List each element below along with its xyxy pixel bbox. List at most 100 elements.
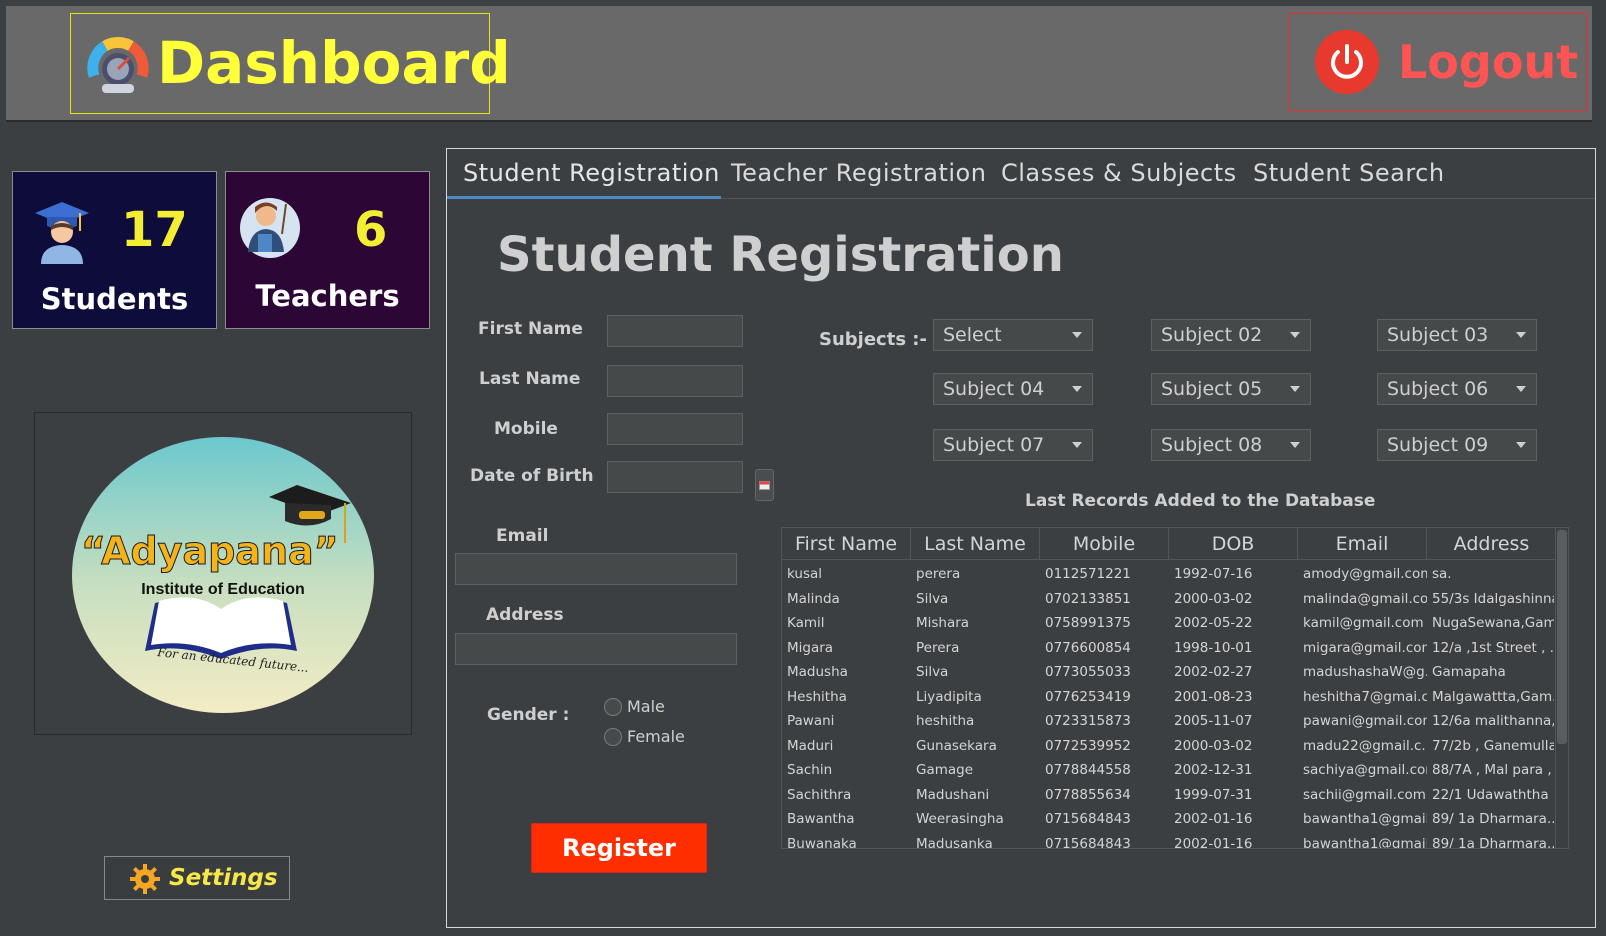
subject-02-dropdown[interactable]: Subject 02 <box>1151 319 1311 351</box>
subjects-label: Subjects :- <box>819 329 927 350</box>
table-cell: pawani@gmail.com <box>1303 713 1427 729</box>
table-row[interactable]: Sachithra Madushani 0778855634 1999-07-31 sa… <box>782 783 1568 808</box>
table-cell: Migara <box>787 639 834 656</box>
table-cell: Madusanka <box>916 835 993 849</box>
tab-student-registration[interactable]: Student Registration <box>463 159 720 187</box>
table-cell: heshitha <box>916 713 975 729</box>
table-row[interactable]: Bawantha Weerasingha 0715684843 2002-01-16 b… <box>782 807 1568 832</box>
subject-03-value: Subject 03 <box>1387 324 1489 346</box>
table-cell: 2002-05-22 <box>1174 615 1253 631</box>
mobile-input[interactable] <box>607 413 743 445</box>
power-icon <box>1315 30 1379 94</box>
settings-label: Settings <box>169 865 278 891</box>
table-cell: 2005-11-07 <box>1174 713 1253 729</box>
app-window: Dashboard Logout 17 Students 6 Teachers … <box>0 0 1606 936</box>
subject-06-dropdown[interactable]: Subject 06 <box>1377 373 1537 405</box>
subject-04-value: Subject 04 <box>943 378 1045 400</box>
table-row[interactable]: Sachin Gamage 0778844558 2002-12-31 sachiya@… <box>782 758 1568 783</box>
subject-09-dropdown[interactable]: Subject 09 <box>1377 429 1537 461</box>
table-cell: 2000-03-02 <box>1174 737 1253 754</box>
table-cell: sachiya@gmail.com <box>1303 762 1427 778</box>
table-cell: Maduri <box>787 737 834 754</box>
table-cell: bawantha1@gmail... <box>1303 811 1427 827</box>
last-records-title: Last Records Added to the Database <box>1025 491 1376 511</box>
institute-logo <box>72 437 374 713</box>
gender-female-label: Female <box>627 727 685 746</box>
table-cell: 89/ 1a Dharmara... <box>1432 835 1554 849</box>
table-cell: 0715684843 <box>1045 835 1131 849</box>
scrollbar-thumb[interactable] <box>1557 530 1567 744</box>
table-cell: bawantha1@gmail... <box>1303 835 1427 849</box>
date-of-birth-input[interactable] <box>607 461 743 493</box>
table-cell: Weerasingha <box>916 811 1004 827</box>
table-cell: 2002-01-16 <box>1174 835 1253 849</box>
table-cell: 0776600854 <box>1045 639 1131 656</box>
table-cell: 0773055033 <box>1045 664 1131 680</box>
table-row[interactable]: kusal perera 0112571221 1992-07-16 amody@gma… <box>782 562 1568 587</box>
column-header-dob[interactable]: DOB <box>1169 528 1298 560</box>
table-row[interactable]: Kamil Mishara 0758991375 2002-05-22 kamil@gm… <box>782 611 1568 636</box>
table-cell: Gunasekara <box>916 737 997 754</box>
subject-05-dropdown[interactable]: Subject 05 <box>1151 373 1311 405</box>
table-cell: 0723315873 <box>1045 713 1131 729</box>
column-header-mobile[interactable]: Mobile <box>1040 528 1169 560</box>
table-row[interactable]: Buwanaka Madusanka 0715684843 2002-01-16 baw… <box>782 832 1568 849</box>
table-row[interactable]: Madusha Silva 0773055033 2002-02-27 madushas… <box>782 660 1568 685</box>
last-name-label: Last Name <box>479 369 581 389</box>
table-cell: 22/1 Udawaththa ... <box>1432 786 1554 803</box>
subject-09-value: Subject 09 <box>1387 434 1489 456</box>
table-cell: 0702133851 <box>1045 590 1131 607</box>
table-cell: Silva <box>916 590 949 607</box>
column-header-last-name[interactable]: Last Name <box>911 528 1040 560</box>
table-cell: kamil@gmail.com <box>1303 615 1424 631</box>
register-button[interactable]: Register <box>531 823 707 873</box>
calendar-button[interactable] <box>755 469 774 501</box>
table-cell: 2002-12-31 <box>1174 762 1253 778</box>
tab-teacher-registration[interactable]: Teacher Registration <box>731 159 986 187</box>
column-header-first-name[interactable]: First Name <box>782 528 911 560</box>
logo-panel: “Adyapana” Institute of Education For an… <box>34 412 412 735</box>
gender-male-radio[interactable] <box>604 698 622 716</box>
table-row[interactable]: Migara Perera 0776600854 1998-10-01 migara@g… <box>782 636 1568 661</box>
table-row[interactable]: Malinda Silva 0702133851 2000-03-02 malinda@… <box>782 587 1568 612</box>
logout-button[interactable]: Logout <box>1289 13 1587 111</box>
teachers-stat-card: 6 Teachers <box>225 171 430 329</box>
tab-student-search[interactable]: Student Search <box>1253 159 1445 187</box>
email-input[interactable] <box>455 553 737 585</box>
tab-classes-subjects[interactable]: Classes & Subjects <box>1001 159 1237 187</box>
last-name-input[interactable] <box>607 365 743 397</box>
subject-03-dropdown[interactable]: Subject 03 <box>1377 319 1537 351</box>
table-cell: 12/6a malithanna,... <box>1432 713 1554 729</box>
chevron-down-icon <box>1290 442 1300 448</box>
first-name-input[interactable] <box>607 315 743 347</box>
table-row[interactable]: Heshitha Liyadipita 0776253419 2001-08-23 he… <box>782 685 1568 710</box>
table-scrollbar[interactable] <box>1555 528 1568 848</box>
subject-01-dropdown[interactable]: Select <box>933 319 1093 351</box>
table-cell: Malinda <box>787 590 840 607</box>
chevron-down-icon <box>1516 332 1526 338</box>
table-cell: 0776253419 <box>1045 688 1131 705</box>
table-cell: 88/7A , Mal para , ... <box>1432 762 1554 778</box>
column-header-address[interactable]: Address <box>1427 528 1556 560</box>
tab-bar: Student Registration Teacher Registratio… <box>447 149 1595 199</box>
students-label: Students <box>40 282 189 316</box>
gender-female-radio[interactable] <box>604 728 622 746</box>
column-header-email[interactable]: Email <box>1298 528 1427 560</box>
subject-07-dropdown[interactable]: Subject 07 <box>933 429 1093 461</box>
subject-04-dropdown[interactable]: Subject 04 <box>933 373 1093 405</box>
mobile-label: Mobile <box>494 419 558 439</box>
table-cell: 1999-07-31 <box>1174 786 1253 803</box>
table-cell: 77/2b , Ganemulla <box>1432 737 1554 754</box>
settings-button[interactable]: Settings <box>104 856 290 900</box>
table-cell: Heshitha <box>787 688 847 705</box>
students-stat-card: 17 Students <box>12 171 217 329</box>
table-cell: 2000-03-02 <box>1174 590 1253 607</box>
table-row[interactable]: Pawani heshitha 0723315873 2005-11-07 pawani… <box>782 709 1568 734</box>
subject-08-dropdown[interactable]: Subject 08 <box>1151 429 1311 461</box>
table-cell: 0778855634 <box>1045 786 1131 803</box>
address-input[interactable] <box>455 633 737 665</box>
table-cell: migara@gmail.com <box>1303 639 1427 656</box>
table-row[interactable]: Maduri Gunasekara 0772539952 2000-03-02 madu… <box>782 734 1568 759</box>
table-cell: 2002-02-27 <box>1174 664 1253 680</box>
graduate-student-icon <box>35 202 89 264</box>
